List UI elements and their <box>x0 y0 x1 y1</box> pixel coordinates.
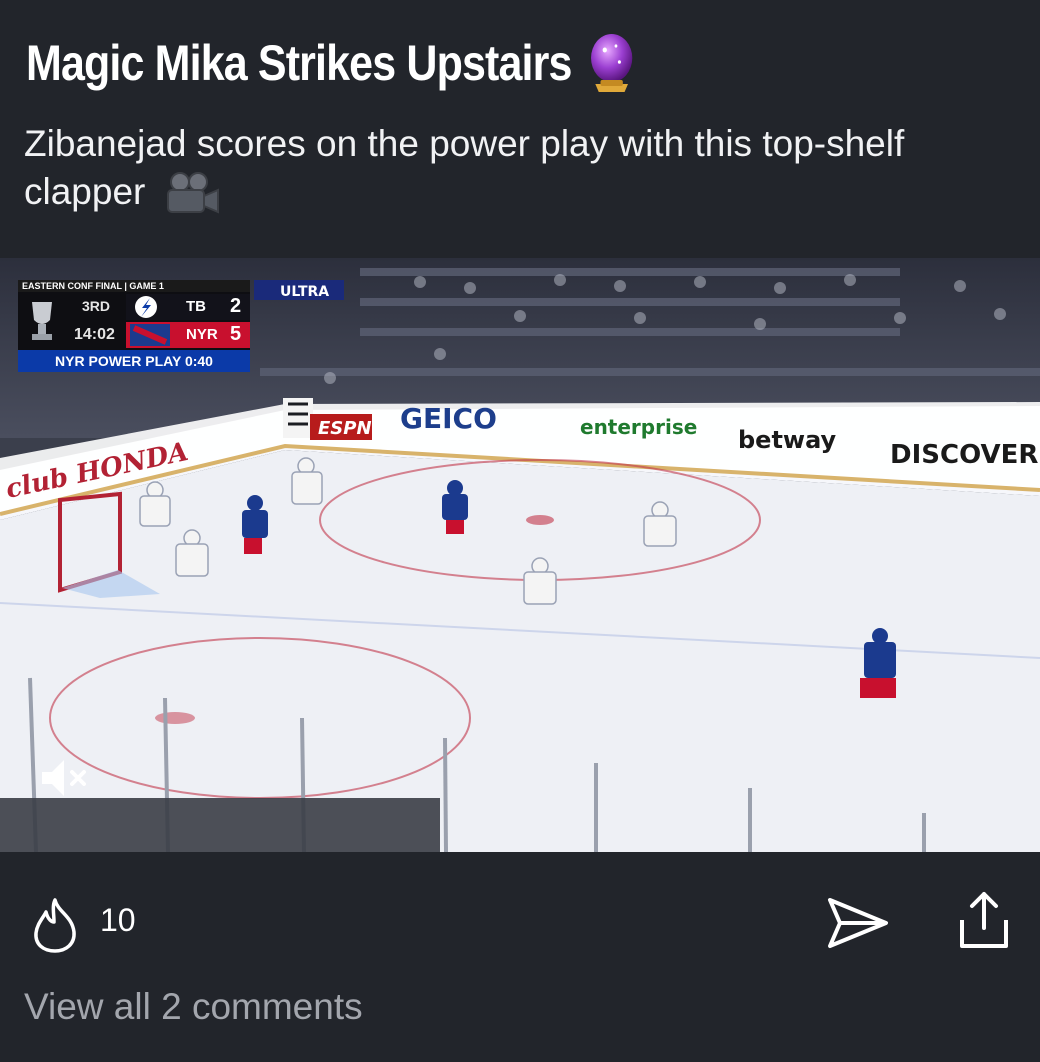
scorebug-period: 3RD <box>82 298 111 314</box>
scorebug-situation: NYR POWER PLAY 0:40 <box>18 350 250 372</box>
scorebug-team-nyr-score: 5 <box>230 323 242 345</box>
scorebug-clock: 14:02 <box>74 326 115 343</box>
post-subtitle-text: Zibanejad scores on the power play with … <box>24 123 905 212</box>
rangers-logo-icon <box>130 324 170 346</box>
post-subtitle: Zibanejad scores on the power play with … <box>24 120 984 216</box>
post-header: Magic Mika Strikes Upstairs Zibanejad sc… <box>0 0 1040 258</box>
post-title: Magic Mika Strikes Upstairs <box>26 30 637 96</box>
fire-icon[interactable] <box>28 896 82 954</box>
scorebug-team-tb: TB 2 <box>126 294 250 320</box>
svg-text:GEICO: GEICO <box>400 402 497 435</box>
scorebug-body: 3RD 14:02 TB 2 NYR 5 <box>18 292 250 350</box>
fire-count: 10 <box>100 902 136 938</box>
svg-text:betway: betway <box>738 426 837 454</box>
share-icon[interactable] <box>956 890 1012 952</box>
movie-camera-icon <box>166 172 219 214</box>
scorebug-team-tb-score: 2 <box>230 295 242 317</box>
scorebug-team-nyr-abbr: NYR <box>186 326 218 343</box>
svg-text:ESPN: ESPN <box>318 418 372 439</box>
send-icon[interactable] <box>826 894 890 952</box>
crystal-ball-icon <box>591 34 633 92</box>
scorebug-team-nyr: NYR 5 <box>126 322 250 348</box>
scorebug: EASTERN CONF FINAL | GAME 1 3RD 14:02 TB… <box>18 280 250 372</box>
scorebug-team-tb-abbr: TB <box>186 298 206 315</box>
video-player[interactable]: GEICO betway DISCOVER enterprise club HO… <box>0 258 1040 852</box>
view-comments-link[interactable]: View all 2 comments <box>24 986 363 1028</box>
muted-speaker-icon[interactable] <box>38 756 90 800</box>
post-actions: 10 View all 2 comments <box>0 852 1040 1062</box>
svg-text:DISCOVER: DISCOVER <box>890 440 1038 470</box>
scorebug-series: EASTERN CONF FINAL | GAME 1 <box>18 280 250 292</box>
post-title-text: Magic Mika Strikes Upstairs <box>26 35 572 91</box>
lightning-logo-icon <box>135 296 157 318</box>
svg-text:enterprise: enterprise <box>580 415 697 439</box>
trophy-icon <box>32 302 52 340</box>
svg-text:ULTRA: ULTRA <box>280 284 329 300</box>
